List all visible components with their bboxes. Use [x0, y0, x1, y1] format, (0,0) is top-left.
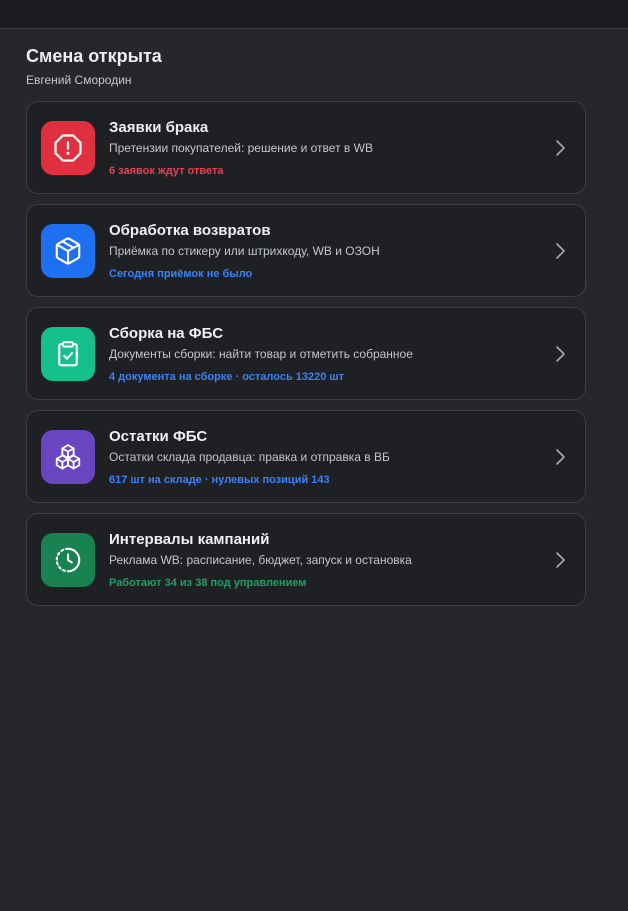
card-subtitle: Остатки склада продавца: правка и отправ…	[109, 450, 390, 464]
boxes-stack-icon	[55, 444, 81, 470]
card-icon-tile	[41, 533, 95, 587]
card-campaign-intervals[interactable]: Интервалы кампаний Реклама WB: расписани…	[26, 513, 586, 606]
card-title: Заявки брака	[109, 119, 209, 136]
card-subtitle: Приёмка по стикеру или штрихкоду, WB и О…	[109, 244, 380, 258]
card-icon-tile	[41, 121, 95, 175]
card-subtitle: Реклама WB: расписание, бюджет, запуск и…	[109, 553, 412, 567]
card-subtitle: Документы сборки: найти товар и отметить…	[109, 347, 413, 361]
menu-cards: Заявки брака Претензии покупателей: реше…	[26, 101, 586, 616]
card-status: 6 заявок ждут ответа	[109, 165, 224, 177]
card-icon-tile	[41, 430, 95, 484]
card-title: Сборка на ФБС	[109, 325, 224, 342]
card-fbs-stock[interactable]: Остатки ФБС Остатки склада продавца: пра…	[26, 410, 586, 503]
shift-status-title: Смена открыта	[26, 46, 162, 66]
card-subtitle: Претензии покупателей: решение и ответ в…	[109, 141, 373, 155]
chevron-right-icon	[556, 552, 565, 568]
card-returns-processing[interactable]: Обработка возвратов Приёмка по стикеру и…	[26, 204, 586, 297]
card-icon-tile	[41, 327, 95, 381]
card-title: Обработка возвратов	[109, 222, 271, 239]
chevron-right-icon	[556, 346, 565, 362]
card-status: 617 шт на складе · нулевых позиций 143	[109, 474, 330, 486]
chevron-right-icon	[556, 243, 565, 259]
card-status: Сегодня приёмок не было	[109, 268, 253, 280]
box-icon	[55, 237, 81, 265]
chevron-right-icon	[556, 140, 565, 156]
card-defect-claims[interactable]: Заявки брака Претензии покупателей: реше…	[26, 101, 586, 194]
alert-octagon-icon	[54, 134, 82, 162]
chevron-right-icon	[556, 449, 565, 465]
shift-header: Смена открыта Евгений Смородин	[26, 44, 162, 88]
top-bar	[0, 0, 628, 29]
card-fbs-assembly[interactable]: Сборка на ФБС Документы сборки: найти то…	[26, 307, 586, 400]
card-title: Остатки ФБС	[109, 428, 208, 445]
card-status: Работают 34 из 38 под управлением	[109, 577, 307, 589]
user-name: Евгений Смородин	[26, 73, 132, 87]
card-icon-tile	[41, 224, 95, 278]
clipboard-check-icon	[58, 341, 78, 367]
card-status: 4 документа на сборке · осталось 13220 ш…	[109, 371, 344, 383]
clock-dashed-icon	[55, 547, 81, 573]
card-title: Интервалы кампаний	[109, 531, 270, 548]
